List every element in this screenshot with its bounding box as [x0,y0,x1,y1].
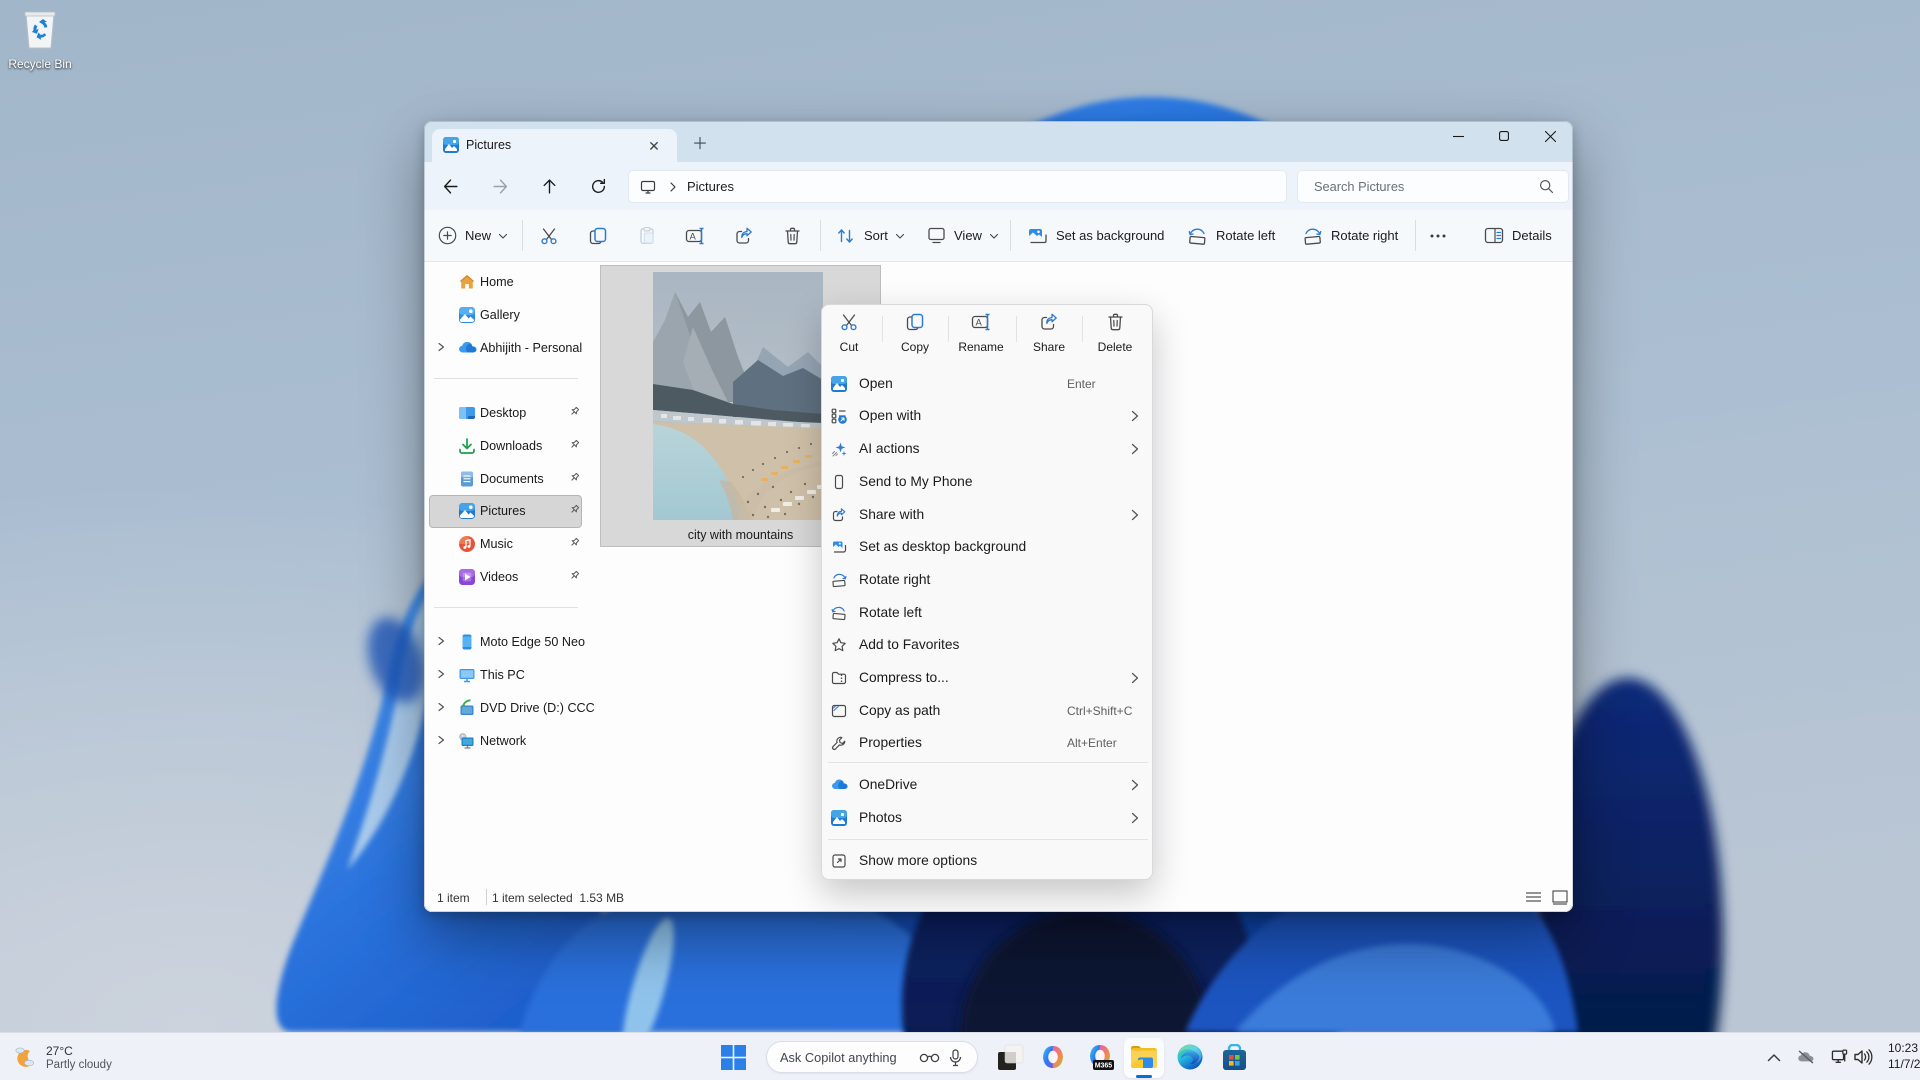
svg-text:A: A [975,317,982,328]
svg-text:A: A [690,231,697,242]
svg-text:M365: M365 [1095,1063,1113,1070]
